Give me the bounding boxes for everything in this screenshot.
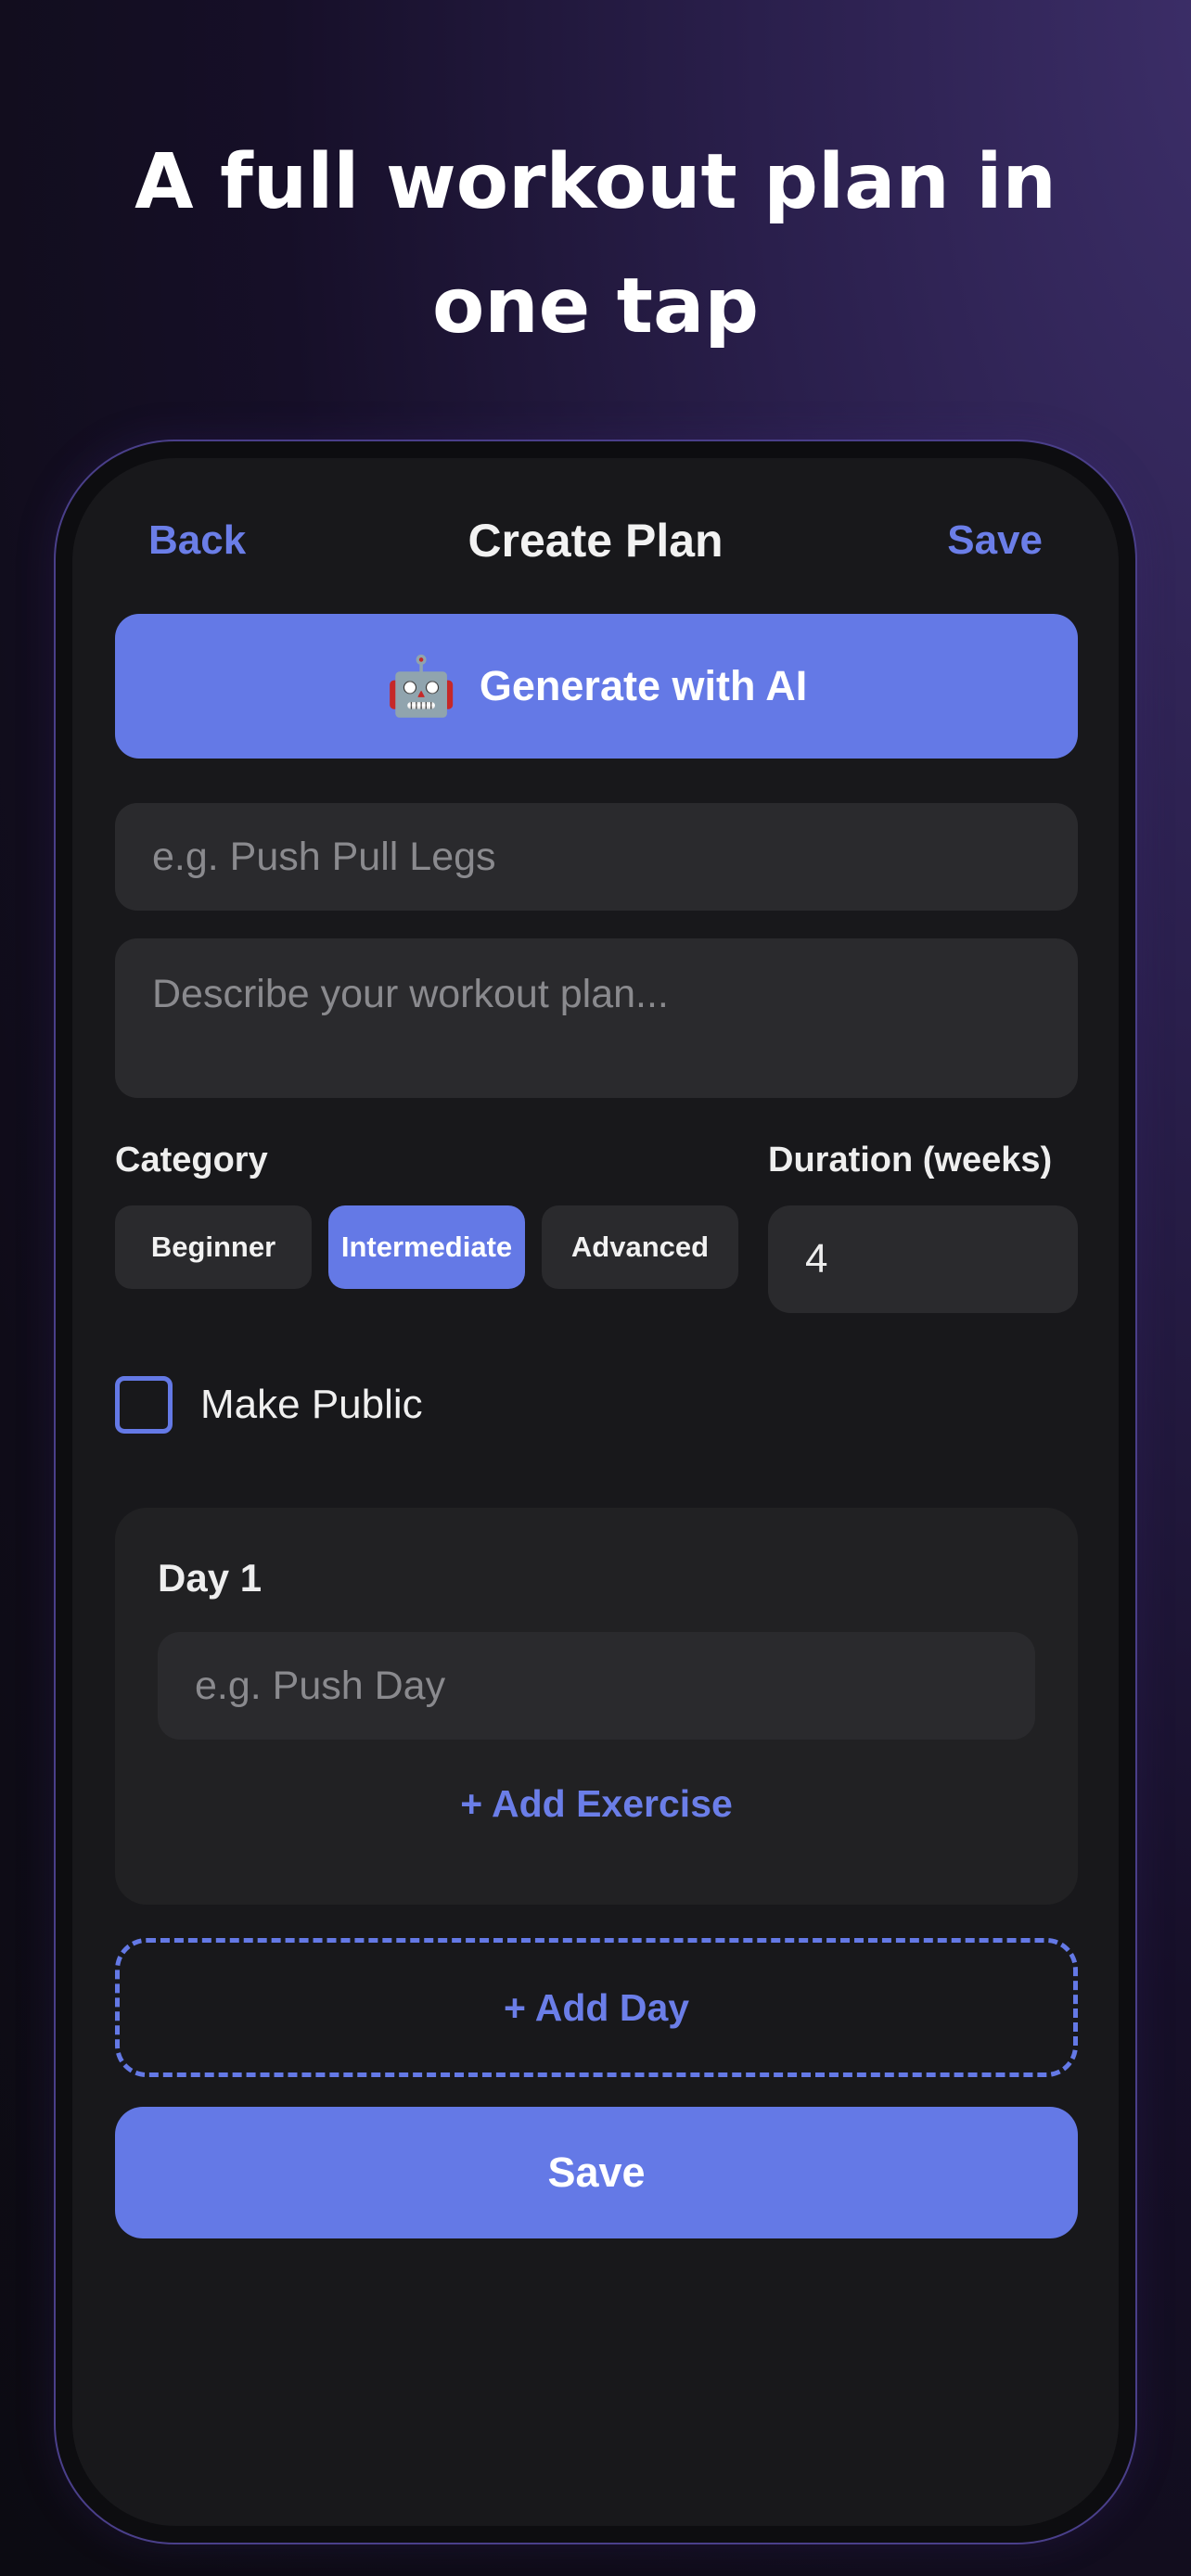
day-name-input[interactable]: e.g. Push Day	[158, 1632, 1035, 1740]
make-public-label: Make Public	[200, 1382, 423, 1427]
description-placeholder: Describe your workout plan...	[152, 972, 669, 1016]
add-day-label: + Add Day	[503, 1985, 690, 2029]
nav-save-button[interactable]: Save	[947, 517, 1043, 564]
generate-ai-label: Generate with AI	[479, 662, 808, 709]
make-public-checkbox[interactable]	[115, 1376, 173, 1434]
description-textarea[interactable]: Describe your workout plan...	[115, 938, 1078, 1098]
plan-name-placeholder: e.g. Push Pull Legs	[152, 835, 496, 879]
plan-name-input[interactable]: e.g. Push Pull Legs	[115, 803, 1078, 911]
category-chip-intermediate[interactable]: Intermediate	[328, 1205, 525, 1289]
create-plan-screen: Back Create Plan Save 🤖 Generate with AI…	[72, 458, 1119, 2526]
duration-input[interactable]: 4	[768, 1205, 1078, 1313]
duration-label: Duration (weeks)	[768, 1141, 1053, 1180]
day-card: Day 1 e.g. Push Day + Add Exercise	[115, 1508, 1078, 1905]
save-button[interactable]: Save	[115, 2107, 1078, 2238]
category-chip-beginner[interactable]: Beginner	[115, 1205, 312, 1289]
category-label: Category	[115, 1141, 268, 1180]
phone-frame: Back Create Plan Save 🤖 Generate with AI…	[54, 440, 1137, 2544]
generate-ai-button[interactable]: 🤖 Generate with AI	[115, 614, 1078, 759]
headline: A full workout plan in one tap	[134, 138, 1057, 351]
add-day-button[interactable]: + Add Day	[115, 1938, 1078, 2077]
day-name-placeholder: e.g. Push Day	[195, 1664, 446, 1708]
robot-icon: 🤖	[385, 654, 457, 719]
category-chip-advanced[interactable]: Advanced	[542, 1205, 738, 1289]
add-exercise-button[interactable]: + Add Exercise	[115, 1782, 1078, 1826]
day-title: Day 1	[158, 1556, 263, 1600]
duration-value: 4	[805, 1236, 828, 1282]
